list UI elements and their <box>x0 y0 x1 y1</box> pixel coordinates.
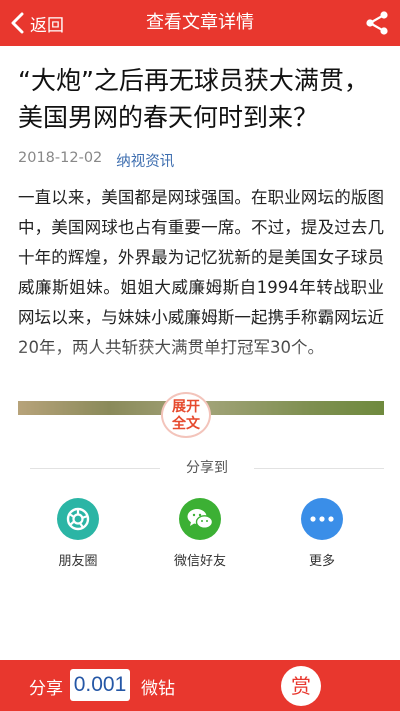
expand-label-line1: 展开 <box>172 399 200 415</box>
reward-amount-badge: 0.001 <box>70 669 130 701</box>
divider <box>254 468 384 469</box>
article-meta: 2018-12-02 纳视资讯 <box>18 150 384 171</box>
share-wechat-button[interactable]: 微信好友 <box>155 498 245 569</box>
more-icon <box>301 498 343 540</box>
share-heading: 分享到 <box>30 456 384 480</box>
moments-icon <box>57 498 99 540</box>
share-moments-button[interactable]: 朋友圈 <box>33 498 123 569</box>
share-item-label: 朋友圈 <box>58 554 98 569</box>
article-date: 2018-12-02 <box>18 150 103 166</box>
top-bar: 返回 查看文章详情 <box>0 0 400 46</box>
bottom-bar: 分享 0.001 微钻 赏 <box>0 660 400 711</box>
wechat-icon <box>179 498 221 540</box>
article-source-link[interactable]: 纳视资讯 <box>116 150 174 171</box>
reward-button[interactable]: 赏 <box>281 666 321 706</box>
share-item-label: 微信好友 <box>173 554 226 569</box>
share-reward-label: 分享 <box>29 679 63 699</box>
content-fade <box>0 330 400 402</box>
share-more-button[interactable]: 更多 <box>277 498 367 569</box>
expand-full-text-button[interactable]: 展开 全文 <box>161 392 211 438</box>
expand-label-line2: 全文 <box>172 416 200 432</box>
page-title: 查看文章详情 <box>146 12 254 33</box>
reward-unit-label: 微钻 <box>141 679 175 699</box>
share-icon[interactable] <box>364 10 390 36</box>
share-item-label: 更多 <box>308 554 335 569</box>
article-title: “大炮”之后再无球员获大满贯，美国男网的春天何时到来？ <box>18 66 369 132</box>
